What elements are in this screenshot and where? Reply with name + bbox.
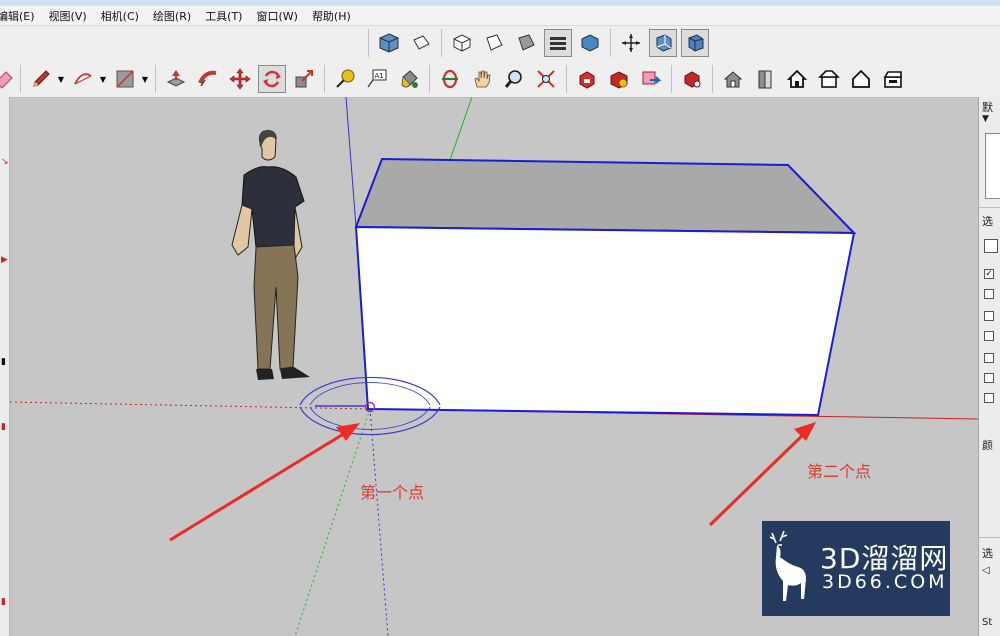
watermark-url: 3D66.COM [822, 571, 948, 593]
toolbar-separator [712, 65, 713, 93]
menu-draw[interactable]: 绘图(R) [153, 8, 191, 24]
eraser-icon[interactable] [0, 65, 14, 93]
green-axis-dotted [294, 408, 371, 636]
tray-dropdown-icon[interactable]: ▼ [982, 114, 989, 124]
annotation-first-point: 第一个点 [360, 483, 425, 502]
left-strip-marker: ▮ [1, 422, 6, 432]
menu-edit[interactable]: 编辑(E) [0, 8, 35, 24]
paint-bucket-icon[interactable] [395, 65, 423, 93]
left-view-icon[interactable] [544, 29, 572, 57]
option-checkbox[interactable] [984, 311, 994, 321]
toolbar-area: ▼ ▼ ▼ A1 [0, 26, 1000, 98]
zoom-icon[interactable] [500, 65, 528, 93]
warehouse-house-icon[interactable] [719, 65, 747, 93]
push-pull-icon[interactable] [162, 65, 190, 93]
section-label-color: 颜 [982, 439, 993, 452]
left-strip-marker: ▮ [1, 357, 6, 367]
text-icon[interactable]: A1 [363, 65, 391, 93]
section-label-select: 选 [982, 215, 993, 228]
back-view-icon[interactable] [512, 29, 540, 57]
deer-logo-icon [769, 530, 806, 601]
back-arrow-icon[interactable]: ◁ [982, 565, 990, 576]
follow-me-icon[interactable] [194, 65, 222, 93]
tape-measure-icon[interactable] [331, 65, 359, 93]
green-axis [449, 97, 473, 161]
main-tools-toolbar: ▼ ▼ ▼ A1 [0, 62, 909, 96]
left-strip-marker: ▮ [1, 597, 6, 607]
option-checkbox[interactable] [984, 373, 994, 383]
toolbar-separator [610, 29, 611, 57]
option-checkbox[interactable] [984, 289, 994, 299]
box-top-face[interactable] [354, 157, 857, 235]
tray-bottom-label: St [982, 617, 993, 628]
default-tray-panel: 默 ▼ 选 ✓ 颜 选 ◁ St [978, 97, 1000, 636]
toolbar-separator [566, 65, 567, 93]
panel-divider [979, 207, 1000, 208]
blue-axis-dotted [369, 408, 389, 636]
toolbar-separator [324, 65, 325, 93]
right-view-icon[interactable] [480, 29, 508, 57]
menu-bar: 编辑(E) 视图(V) 相机(C) 绘图(R) 工具(T) 窗口(W) 帮助(H… [0, 6, 1000, 26]
menu-window[interactable]: 窗口(W) [256, 8, 297, 24]
toolbar-separator [671, 65, 672, 93]
option-checkbox[interactable] [984, 393, 994, 403]
zoom-extents-icon[interactable] [532, 65, 560, 93]
menu-camera[interactable]: 相机(C) [101, 8, 139, 24]
left-tool-strip: ↘ ▶ ▮ ▮ ▮ [0, 97, 10, 636]
warehouse-icon[interactable] [573, 65, 601, 93]
extension-warehouse-icon[interactable] [605, 65, 633, 93]
watermark-logo: 3D溜溜网 3D66.COM [762, 521, 950, 616]
menu-help[interactable]: 帮助(H) [312, 8, 351, 24]
option-checkbox[interactable] [984, 353, 994, 363]
top-view-icon[interactable] [407, 29, 435, 57]
pan-icon[interactable] [468, 65, 496, 93]
bottom-view-icon[interactable] [576, 29, 604, 57]
panel-divider [979, 537, 1000, 538]
menu-view[interactable]: 视图(V) [49, 8, 87, 24]
views-styles-toolbar [364, 26, 711, 60]
toolbar-separator [155, 65, 156, 93]
menu-tools[interactable]: 工具(T) [205, 8, 242, 24]
rotate-icon[interactable] [258, 65, 286, 93]
house-outline-icon[interactable] [847, 65, 875, 93]
toolbar-separator [429, 65, 430, 93]
section-label-select-2: 选 [982, 547, 993, 560]
extension-manager-icon[interactable] [678, 65, 706, 93]
arrow-second-point [708, 422, 816, 527]
3d-viewport[interactable]: 第一个点 第二个点 3D溜溜网 3D66.COM [10, 97, 978, 636]
box-front-face[interactable] [354, 225, 856, 417]
annotation-second-point: 第二个点 [807, 462, 872, 481]
svg-text:A1: A1 [375, 72, 384, 80]
toolbar-separator [20, 65, 21, 93]
option-checkbox-checked[interactable]: ✓ [984, 269, 994, 279]
toolbar-separator [441, 29, 442, 57]
move-icon[interactable] [226, 65, 254, 93]
style-thumbnail[interactable] [985, 133, 1000, 199]
back-edges-style-icon[interactable] [649, 29, 677, 57]
house-front-icon[interactable] [815, 65, 843, 93]
wireframe-style-icon[interactable] [681, 29, 709, 57]
left-strip-marker: ▶ [1, 255, 8, 265]
style-option-icon[interactable] [984, 239, 998, 253]
iso-view-icon[interactable] [375, 29, 403, 57]
tray-title: 默 [982, 101, 993, 114]
pencil-icon[interactable]: ▼ [27, 65, 64, 93]
toolbar-separator [368, 29, 369, 57]
front-view-icon[interactable] [448, 29, 476, 57]
arrow-first-point [169, 423, 360, 542]
selected-box[interactable] [354, 157, 857, 417]
scale-figure [231, 129, 310, 380]
house-side-icon[interactable] [879, 65, 907, 93]
left-strip-marker: ↘ [1, 157, 9, 167]
orbit-icon[interactable] [436, 65, 464, 93]
option-checkbox[interactable] [984, 331, 994, 341]
shape-icon[interactable]: ▼ [111, 65, 148, 93]
share-model-icon[interactable] [637, 65, 665, 93]
arc-icon[interactable]: ▼ [69, 65, 106, 93]
door-icon[interactable] [751, 65, 779, 93]
house-icon[interactable] [783, 65, 811, 93]
xray-style-icon[interactable] [617, 29, 645, 57]
scale-icon[interactable] [290, 65, 318, 93]
